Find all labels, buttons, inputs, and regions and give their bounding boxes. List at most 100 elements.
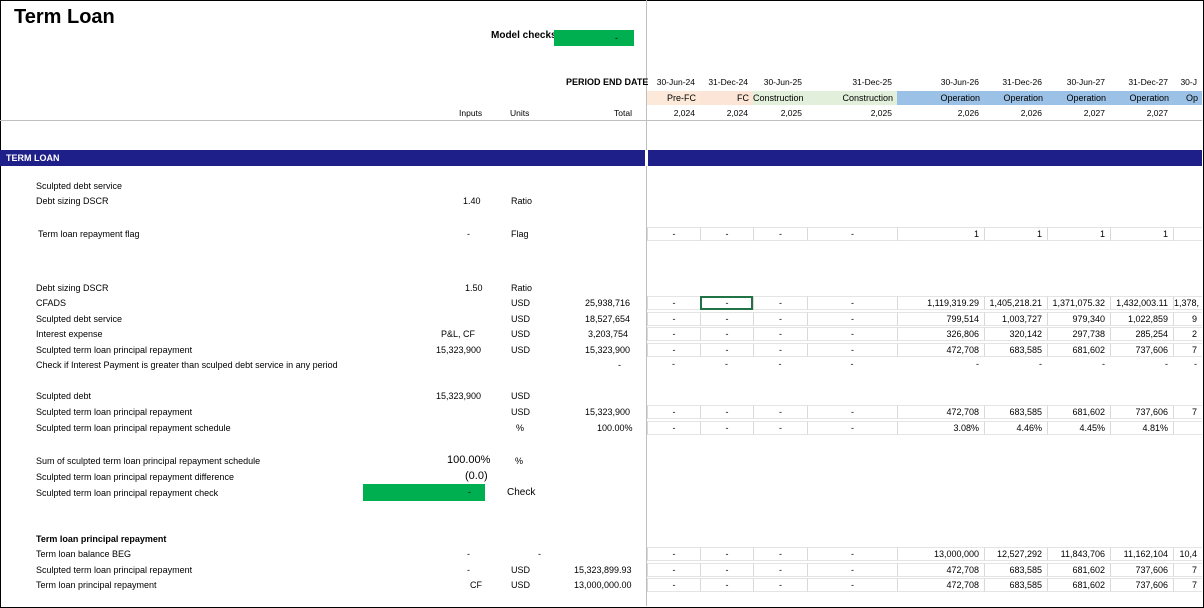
cell-principal3-3[interactable]: -: [807, 563, 897, 577]
cell-sculpted_ds-4[interactable]: 799,514: [897, 312, 984, 326]
cell-cfads-2[interactable]: -: [753, 296, 807, 310]
cell-principal2-6[interactable]: 681,602: [1047, 405, 1110, 419]
cell-cfads-8[interactable]: 1,378,: [1173, 296, 1202, 310]
cell-principal2-2[interactable]: -: [753, 405, 807, 419]
cell-balance_beg-1[interactable]: -: [700, 547, 753, 561]
cell-sculpted_ds-5[interactable]: 1,003,727: [984, 312, 1047, 326]
cell-principal4-4[interactable]: 472,708: [897, 578, 984, 592]
cell-principal4-5[interactable]: 683,585: [984, 578, 1047, 592]
cell-check_interest-8[interactable]: -: [1173, 358, 1202, 372]
cell-principal4-7[interactable]: 737,606: [1110, 578, 1173, 592]
input-dscr-2[interactable]: 1.50: [465, 283, 483, 293]
cell-principal3-0[interactable]: -: [647, 563, 700, 577]
cell-interest-2[interactable]: -: [753, 327, 807, 341]
cell-principal3-1[interactable]: -: [700, 563, 753, 577]
cell-cfads-1[interactable]: -: [700, 296, 753, 310]
cell-principal1-0[interactable]: -: [647, 343, 700, 357]
cell-principal3-5[interactable]: 683,585: [984, 563, 1047, 577]
cell-balance_beg-0[interactable]: -: [647, 547, 700, 561]
cell-schedule-5[interactable]: 4.46%: [984, 421, 1047, 435]
cell-balance_beg-2[interactable]: -: [753, 547, 807, 561]
cell-cfads-0[interactable]: -: [647, 296, 700, 310]
cell-principal4-3[interactable]: -: [807, 578, 897, 592]
cell-principal2-5[interactable]: 683,585: [984, 405, 1047, 419]
input-balance-beg[interactable]: -: [467, 549, 470, 559]
cell-schedule-4[interactable]: 3.08%: [897, 421, 984, 435]
input-interest[interactable]: P&L, CF: [441, 329, 475, 339]
cell-interest-0[interactable]: -: [647, 327, 700, 341]
cell-principal2-7[interactable]: 737,606: [1110, 405, 1173, 419]
cell-check_interest-5[interactable]: -: [984, 358, 1047, 372]
cell-repay_flag-8[interactable]: [1173, 227, 1202, 241]
cell-check_interest-4[interactable]: -: [897, 358, 984, 372]
cell-principal1-2[interactable]: -: [753, 343, 807, 357]
cell-principal1-6[interactable]: 681,602: [1047, 343, 1110, 357]
cell-principal1-8[interactable]: 7: [1173, 343, 1202, 357]
cell-sculpted_ds-2[interactable]: -: [753, 312, 807, 326]
cell-check_interest-2[interactable]: -: [753, 358, 807, 372]
cell-repay_flag-3[interactable]: -: [807, 227, 897, 241]
cell-sculpted_ds-7[interactable]: 1,022,859: [1110, 312, 1173, 326]
cell-repay_flag-7[interactable]: 1: [1110, 227, 1173, 241]
cell-principal4-1[interactable]: -: [700, 578, 753, 592]
cell-principal3-7[interactable]: 737,606: [1110, 563, 1173, 577]
cell-cfads-3[interactable]: -: [807, 296, 897, 310]
cell-principal3-8[interactable]: 7: [1173, 563, 1202, 577]
cell-principal3-6[interactable]: 681,602: [1047, 563, 1110, 577]
cell-repay_flag-6[interactable]: 1: [1047, 227, 1110, 241]
cell-schedule-1[interactable]: -: [700, 421, 753, 435]
cell-balance_beg-4[interactable]: 13,000,000: [897, 547, 984, 561]
cell-balance_beg-5[interactable]: 12,527,292: [984, 547, 1047, 561]
cell-sculpted_ds-0[interactable]: -: [647, 312, 700, 326]
cell-sculpted_ds-8[interactable]: 9: [1173, 312, 1202, 326]
cell-cfads-7[interactable]: 1,432,003.11: [1110, 296, 1173, 310]
cell-interest-1[interactable]: -: [700, 327, 753, 341]
cell-principal1-7[interactable]: 737,606: [1110, 343, 1173, 357]
model-checks-cell[interactable]: -: [554, 30, 634, 46]
cell-principal1-4[interactable]: 472,708: [897, 343, 984, 357]
input-difference[interactable]: (0.0): [465, 470, 488, 482]
cell-principal3-2[interactable]: -: [753, 563, 807, 577]
cell-principal4-8[interactable]: 7: [1173, 578, 1202, 592]
input-principal-4[interactable]: CF: [470, 580, 482, 590]
cell-interest-8[interactable]: 2: [1173, 327, 1202, 341]
cell-principal1-5[interactable]: 683,585: [984, 343, 1047, 357]
cell-balance_beg-8[interactable]: 10,4: [1173, 547, 1202, 561]
cell-schedule-6[interactable]: 4.45%: [1047, 421, 1110, 435]
cell-check_interest-6[interactable]: -: [1047, 358, 1110, 372]
cell-sculpted_ds-3[interactable]: -: [807, 312, 897, 326]
input-sculpted-debt[interactable]: 15,323,900: [436, 391, 481, 401]
cell-principal2-8[interactable]: 7: [1173, 405, 1202, 419]
cell-cfads-5[interactable]: 1,405,218.21: [984, 296, 1047, 310]
cell-balance_beg-3[interactable]: -: [807, 547, 897, 561]
cell-sculpted_ds-1[interactable]: -: [700, 312, 753, 326]
input-principal-3[interactable]: -: [467, 565, 470, 575]
cell-principal2-4[interactable]: 472,708: [897, 405, 984, 419]
cell-interest-6[interactable]: 297,738: [1047, 327, 1110, 341]
cell-principal1-1[interactable]: -: [700, 343, 753, 357]
check-cell[interactable]: -: [363, 484, 485, 501]
cell-principal4-0[interactable]: -: [647, 578, 700, 592]
input-principal-1[interactable]: 15,323,900: [436, 345, 481, 355]
cell-balance_beg-6[interactable]: 11,843,706: [1047, 547, 1110, 561]
cell-check_interest-0[interactable]: -: [647, 358, 700, 372]
cell-interest-3[interactable]: -: [807, 327, 897, 341]
cell-schedule-0[interactable]: -: [647, 421, 700, 435]
cell-repay_flag-2[interactable]: -: [753, 227, 807, 241]
cell-schedule-8[interactable]: [1173, 421, 1202, 435]
cell-check_interest-1[interactable]: -: [700, 358, 753, 372]
cell-sculpted_ds-6[interactable]: 979,340: [1047, 312, 1110, 326]
cell-principal2-3[interactable]: -: [807, 405, 897, 419]
cell-principal4-2[interactable]: -: [753, 578, 807, 592]
cell-schedule-7[interactable]: 4.81%: [1110, 421, 1173, 435]
cell-repay_flag-4[interactable]: 1: [897, 227, 984, 241]
cell-principal2-1[interactable]: -: [700, 405, 753, 419]
cell-interest-5[interactable]: 320,142: [984, 327, 1047, 341]
cell-interest-4[interactable]: 326,806: [897, 327, 984, 341]
cell-cfads-6[interactable]: 1,371,075.32: [1047, 296, 1110, 310]
cell-principal3-4[interactable]: 472,708: [897, 563, 984, 577]
cell-principal2-0[interactable]: -: [647, 405, 700, 419]
input-dscr[interactable]: 1.40: [463, 196, 481, 206]
cell-interest-7[interactable]: 285,254: [1110, 327, 1173, 341]
cell-repay_flag-0[interactable]: -: [647, 227, 700, 241]
